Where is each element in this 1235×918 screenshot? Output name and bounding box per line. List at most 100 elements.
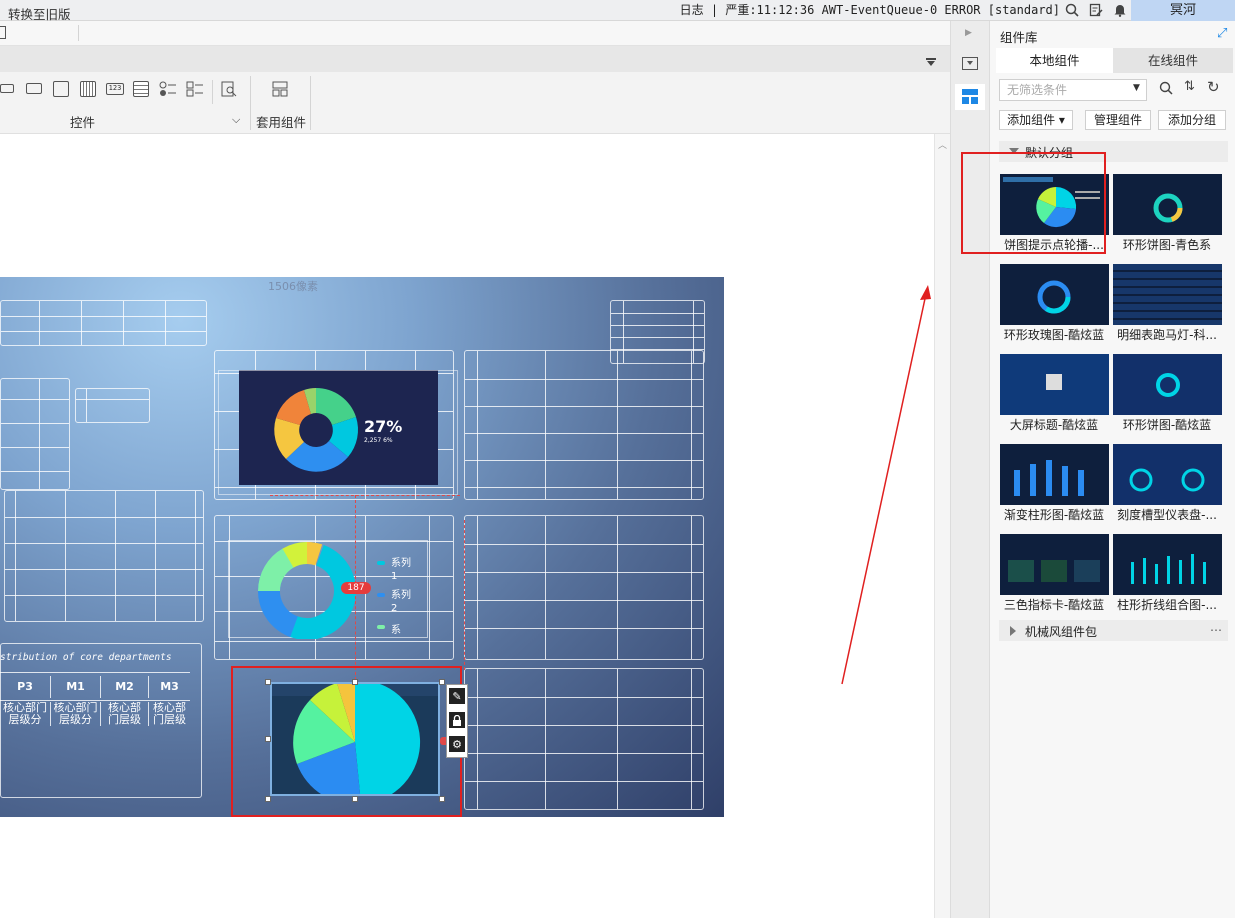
component-library-tab[interactable] [955,84,985,110]
annotation-arrow [841,285,931,685]
legend-item: 系列1 [391,558,411,582]
table-header: M2 [100,676,148,698]
widget-placeholder[interactable] [464,668,704,810]
panel-title: 组件库 [1000,30,1038,45]
table-cell: 核心部门 层级分 [3,702,47,726]
lock-icon[interactable] [449,712,465,728]
table-title: stribution of core departments [0,652,172,663]
annotation-highlight [961,152,1106,254]
error-log-text[interactable]: 日志 | 严重:11:12:36 AWT-EventQueue-0 ERROR … [0,0,1060,21]
component-thumbnail-table[interactable] [1113,264,1222,325]
user-name[interactable]: 冥河 [1131,0,1235,21]
table-header: M1 [50,676,100,698]
legend-swatch [377,561,385,565]
widget-placeholder[interactable] [464,350,704,500]
chevron-right-icon[interactable]: ▶ [965,28,972,38]
annotation-highlight [231,666,462,817]
widget-placeholder[interactable] [0,300,207,346]
collapse-icon[interactable] [926,55,936,66]
component-thumbnail-gauges[interactable] [1113,444,1222,505]
search-icon[interactable] [1064,2,1080,18]
canvas-size-label: 1506像素 [268,280,318,293]
component-thumbnail-combo[interactable] [1113,534,1222,595]
separator [250,76,251,130]
component-caption: 三色指标卡-酷炫蓝 [1003,598,1105,612]
expand-icon[interactable]: ⤢ [1217,26,1227,41]
component-caption: 刻度槽型仪表盘-... [1117,508,1217,522]
widget-placeholder[interactable] [464,515,704,660]
format-toolbar [0,46,950,72]
widget-placeholder[interactable] [0,378,70,490]
alignment-guide [464,520,465,670]
used-widget-icon[interactable] [272,81,288,97]
query-widget-icon[interactable] [221,81,237,97]
separator [78,25,79,41]
widget-settings-icon[interactable] [962,57,978,70]
group-mechanical-label: 机械风组件包 [1025,625,1098,639]
checkbox-widget-icon[interactable] [186,81,204,97]
component-caption: 渐变柱形图-酷炫蓝 [1003,508,1105,522]
chevron-down-icon[interactable]: ⌵ [232,113,240,127]
radio-widget-icon[interactable] [159,81,177,97]
caret-right-icon[interactable] [1010,626,1016,636]
table-header: P3 [17,680,33,693]
widgets-group-label: 控件 [70,115,96,130]
component-thumbnail-ring-rose[interactable] [1000,264,1109,325]
sort-icon[interactable]: ⇅ [1184,79,1195,94]
distance-badge: 187 [341,582,371,594]
form-widget-icon[interactable] [53,81,69,97]
component-caption: 大屏标题-酷炫蓝 [1009,418,1099,432]
divider [0,700,190,701]
legend-item: 系列2 [391,590,411,614]
widget-placeholder[interactable] [75,388,150,423]
table-cell: 核心部 门层级 [148,702,190,726]
separator [212,80,213,104]
search-icon[interactable] [1159,81,1175,97]
used-widgets-label[interactable]: 套用组件 [256,112,306,131]
tab-local-components[interactable]: 本地组件 [996,48,1113,73]
widget-placeholder[interactable] [4,490,204,622]
calendar-widget-icon[interactable] [80,81,96,97]
manage-components-button[interactable]: 管理组件 [1085,110,1151,130]
legend-swatch [377,625,385,629]
component-thumbnail-ring-cyan[interactable] [1113,174,1222,235]
button-widget-icon[interactable] [0,84,14,93]
legacy-toolbar [0,21,950,46]
bell-icon[interactable] [1112,2,1128,18]
widget-float-toolbar: ✎ ⚙ [446,684,468,758]
combobox-widget-icon[interactable] [26,83,42,94]
filter-select[interactable]: 无筛选条件 [999,79,1147,101]
switch-legacy-button[interactable]: 转换至旧版 [8,4,71,23]
ring-chart-widget[interactable]: 系列1 系列2 系 [228,540,428,639]
alignment-guide [270,495,460,496]
selection-outline [218,370,458,495]
divider [0,672,190,673]
separator [310,76,311,130]
doc-icon [0,26,6,39]
component-thumbnail-bars[interactable] [1000,444,1109,505]
component-thumbnail-title[interactable] [1000,354,1109,415]
legend-item: 系 [391,625,401,636]
refresh-icon[interactable]: ↻ [1207,78,1220,96]
table-cell: 核心部 门层级 [100,702,148,726]
component-caption: 环形饼图-酷炫蓝 [1122,418,1212,432]
component-caption: 环形玫瑰图-酷炫蓝 [1003,328,1105,342]
table-header: M3 [148,676,190,698]
list-widget-icon[interactable] [133,81,149,97]
table-cell: 核心部门 层级分 [50,702,100,726]
component-thumbnail-kpi[interactable] [1000,534,1109,595]
more-icon[interactable]: ⋯ [1210,623,1222,637]
add-component-button[interactable]: 添加组件 ▾ [999,110,1073,130]
number-widget-icon[interactable]: 123 [106,83,124,95]
edit-doc-icon[interactable] [1088,2,1104,18]
legend-swatch [377,593,385,597]
dropdown-arrow-icon[interactable]: ▼ [1133,83,1140,93]
gear-icon[interactable]: ⚙ [449,736,465,752]
component-caption: 环形饼图-青色系 [1122,238,1212,252]
component-caption: 明细表跑马灯-科... [1117,328,1217,342]
component-thumbnail-ring-blue[interactable] [1113,354,1222,415]
add-group-button[interactable]: 添加分组 [1158,110,1226,130]
tab-online-components[interactable]: 在线组件 [1113,48,1233,73]
component-caption: 柱形折线组合图-... [1117,598,1217,612]
edit-icon[interactable]: ✎ [449,688,465,704]
